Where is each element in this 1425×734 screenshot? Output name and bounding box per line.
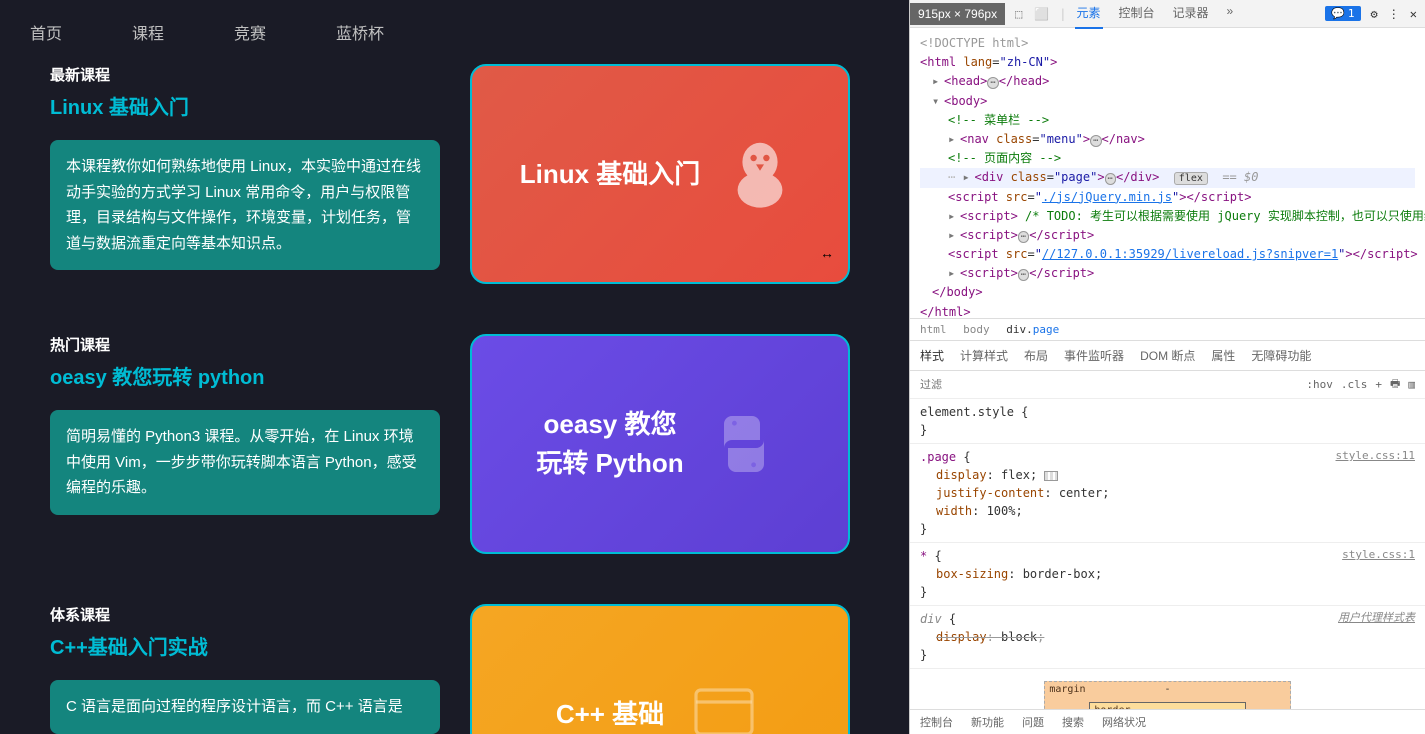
- add-rule-icon[interactable]: +: [1375, 378, 1382, 391]
- course-section-python: 热门课程 oeasy 教您玩转 python 简明易懂的 Python3 课程。…: [50, 334, 859, 554]
- breadcrumb-html[interactable]: html: [920, 323, 947, 336]
- subtab-props[interactable]: 属性: [1211, 347, 1235, 364]
- subtab-styles[interactable]: 样式: [920, 347, 944, 364]
- nav-lanqiao[interactable]: 蓝桥杯: [336, 20, 384, 44]
- drawer-tab-network[interactable]: 网络状况: [1102, 714, 1146, 730]
- card-title: C++ 基础: [556, 695, 664, 734]
- issues-badge[interactable]: 💬 1: [1325, 6, 1360, 21]
- tab-elements[interactable]: 元素: [1075, 0, 1103, 29]
- rule-ua-label: 用户代理样式表: [1338, 610, 1415, 627]
- dom-breadcrumb[interactable]: html body div.page: [910, 318, 1425, 341]
- devtools-toolbar: 915px × 796px ⬚ ⬜ | 元素 控制台 记录器 » 💬 1 ⚙ ⋮…: [910, 0, 1425, 28]
- course-description: 本课程教你如何熟练地使用 Linux，本实验中通过在线动手实验的方式学习 Lin…: [50, 140, 440, 270]
- computed-toggle-icon[interactable]: ▥: [1408, 378, 1415, 391]
- card-title: Linux 基础入门: [520, 155, 701, 194]
- device-toolbar-icon[interactable]: ⬜: [1034, 7, 1049, 21]
- section-label: 体系课程: [50, 604, 440, 625]
- course-section-cpp: 体系课程 C++基础入门实战 C 语言是面向过程的程序设计语言，而 C++ 语言…: [50, 604, 859, 734]
- dom-doctype: <!DOCTYPE html>: [920, 34, 1415, 53]
- tab-more[interactable]: »: [1225, 0, 1236, 29]
- subtab-layout[interactable]: 布局: [1024, 347, 1048, 364]
- tab-recorder[interactable]: 记录器: [1171, 0, 1211, 29]
- gear-icon[interactable]: ⚙: [1371, 7, 1378, 21]
- drawer-tab-issues[interactable]: 问题: [1022, 714, 1044, 730]
- rule-source-link[interactable]: style.css:11: [1336, 448, 1415, 465]
- nav-menu: 首页 课程 竞赛 蓝桥杯: [0, 0, 909, 64]
- styles-filter-row: :hov .cls + 🖶 ▥: [910, 371, 1425, 399]
- course-description: C 语言是面向过程的程序设计语言，而 C++ 语言是: [50, 680, 440, 734]
- inspect-icon[interactable]: ⬚: [1015, 7, 1022, 21]
- page-viewport: 首页 课程 竞赛 蓝桥杯 最新课程 Linux 基础入门 本课程教你如何熟练地使…: [0, 0, 909, 734]
- styles-subtabs: 样式 计算样式 布局 事件监听器 DOM 断点 属性 无障碍功能: [910, 341, 1425, 371]
- rule-page[interactable]: style.css:11 .page { display: flex; just…: [910, 444, 1425, 543]
- hov-toggle[interactable]: :hov: [1306, 378, 1333, 391]
- breadcrumb-current[interactable]: div.page: [1006, 323, 1069, 336]
- card-title: oeasy 教您 玩转 Python: [536, 405, 683, 483]
- course-title: Linux 基础入门: [50, 91, 440, 120]
- nav-home[interactable]: 首页: [30, 20, 62, 44]
- drawer-tab-search[interactable]: 搜索: [1062, 714, 1084, 730]
- styles-pane[interactable]: element.style { } style.css:11 .page { d…: [910, 399, 1425, 709]
- close-icon[interactable]: ✕: [1410, 7, 1417, 21]
- tab-console[interactable]: 控制台: [1117, 0, 1157, 29]
- window-icon: [684, 674, 764, 734]
- drawer-tab-whatsnew[interactable]: 新功能: [971, 714, 1004, 730]
- rule-star[interactable]: style.css:1 * { box-sizing: border-box; …: [910, 543, 1425, 606]
- dom-selected-node[interactable]: ⋯ ▸<div class="page">⋯</div> flex == $0: [920, 168, 1415, 187]
- course-section-linux: 最新课程 Linux 基础入门 本课程教你如何熟练地使用 Linux，本实验中通…: [50, 64, 859, 284]
- course-description: 简明易懂的 Python3 课程。从零开始，在 Linux 环境中使用 Vim，…: [50, 410, 440, 515]
- nav-contest[interactable]: 竞赛: [234, 20, 266, 44]
- subtab-a11y[interactable]: 无障碍功能: [1251, 347, 1311, 364]
- print-icon[interactable]: 🖶: [1390, 375, 1400, 394]
- course-card-cpp[interactable]: C++ 基础: [470, 604, 850, 734]
- dom-tree[interactable]: <!DOCTYPE html> <html lang="zh-CN"> ▸<he…: [910, 28, 1425, 318]
- course-card-linux[interactable]: Linux 基础入门: [470, 64, 850, 284]
- section-label: 热门课程: [50, 334, 440, 355]
- subtab-computed[interactable]: 计算样式: [960, 347, 1008, 364]
- subtab-dombreak[interactable]: DOM 断点: [1140, 347, 1195, 364]
- drawer-tab-console[interactable]: 控制台: [920, 714, 953, 730]
- course-title: oeasy 教您玩转 python: [50, 361, 440, 390]
- rule-element-style[interactable]: element.style { }: [910, 399, 1425, 444]
- course-title: C++基础入门实战: [50, 631, 440, 660]
- subtab-events[interactable]: 事件监听器: [1064, 347, 1124, 364]
- rule-div-ua[interactable]: 用户代理样式表 div { display: block; }: [910, 606, 1425, 669]
- devtools-panel: 915px × 796px ⬚ ⬜ | 元素 控制台 记录器 » 💬 1 ⚙ ⋮…: [909, 0, 1425, 734]
- box-model-diagram[interactable]: margin - border - padding - 934×824.672: [910, 669, 1425, 709]
- page-content: 最新课程 Linux 基础入门 本课程教你如何熟练地使用 Linux，本实验中通…: [0, 64, 909, 734]
- breadcrumb-body[interactable]: body: [963, 323, 990, 336]
- nav-courses[interactable]: 课程: [132, 20, 164, 44]
- rule-source-link[interactable]: style.css:1: [1342, 547, 1415, 564]
- drawer-tabs: 控制台 新功能 问题 搜索 网络状况: [910, 709, 1425, 734]
- viewport-dimensions-badge: 915px × 796px: [910, 3, 1005, 25]
- cls-toggle[interactable]: .cls: [1341, 378, 1368, 391]
- styles-filter-input[interactable]: [920, 379, 1298, 391]
- course-card-python[interactable]: oeasy 教您 玩转 Python: [470, 334, 850, 554]
- kebab-icon[interactable]: ⋮: [1388, 7, 1400, 21]
- tux-icon: [720, 134, 800, 214]
- python-icon: [704, 404, 784, 484]
- resize-cursor-icon: ↔: [820, 245, 834, 261]
- section-label: 最新课程: [50, 64, 440, 85]
- flex-editor-icon[interactable]: [1044, 471, 1058, 481]
